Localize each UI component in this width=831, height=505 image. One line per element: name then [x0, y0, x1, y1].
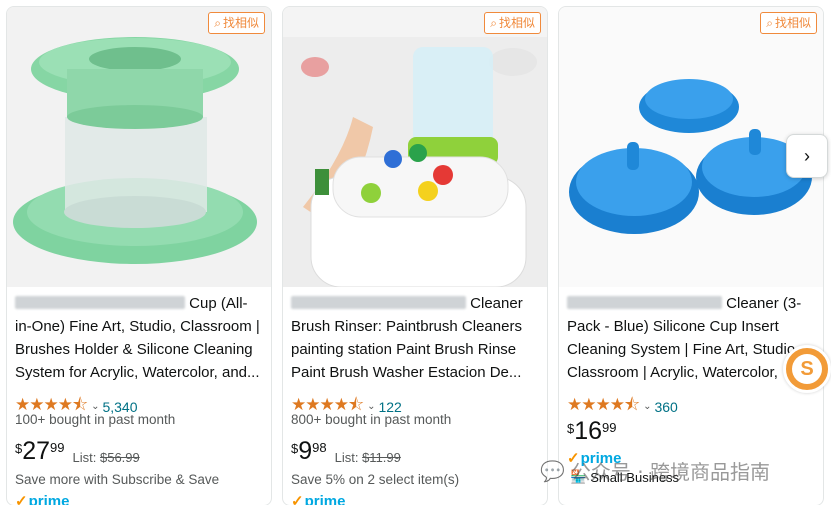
watermark: 💬 公众号 · 跨境商品指南 [540, 458, 770, 485]
price: $ 27 99 List: $56.99 [15, 437, 140, 465]
search-icon: ⌕ [490, 16, 497, 30]
white-brush-station-image [283, 7, 547, 287]
price: $ 16 99 [567, 417, 617, 445]
list-price: List: $11.99 [334, 450, 401, 465]
product-card-1[interactable]: ⌕ 找相似 Cup (All- in-One) Fine Art, Studio… [6, 6, 272, 505]
search-icon: ⌕ [766, 16, 773, 30]
price: $ 9 98 List: $11.99 [291, 437, 401, 465]
carousel-next-button[interactable]: › [786, 134, 828, 178]
search-icon: ⌕ [214, 16, 221, 30]
prime-check-icon: ✓ [291, 493, 304, 505]
chevron-down-icon: ⌄ [91, 401, 100, 412]
wechat-icon: 💬 [540, 458, 565, 483]
product-image-1[interactable]: ⌕ 找相似 [7, 7, 271, 287]
find-similar-button[interactable]: ⌕ 找相似 [208, 12, 265, 34]
floating-s-button[interactable]: S [783, 345, 831, 393]
product-card-2[interactable]: ⌕ 找相似 Cleaner Brush Rinser: Paintbrush C… [282, 6, 548, 505]
product-card-3[interactable]: ⌕ 找相似 Cleaner (3- Pack - Blue) Silicone … [558, 6, 824, 505]
green-brush-cleaner-image [7, 7, 271, 287]
save-text[interactable]: Save 5% on 2 select item(s) [291, 472, 459, 487]
product-image-3[interactable]: ⌕ 找相似 [559, 7, 823, 287]
list-price: List: $56.99 [72, 450, 140, 465]
bought-count: 100+ bought in past month [15, 412, 176, 427]
product-title[interactable]: Cleaner Brush Rinser: Paintbrush Cleaner… [291, 292, 543, 384]
prime-check-icon: ✓ [15, 493, 28, 505]
blue-silicone-inserts-image [559, 7, 823, 287]
find-similar-button[interactable]: ⌕ 找相似 [484, 12, 541, 34]
product-image-2[interactable]: ⌕ 找相似 [283, 7, 547, 287]
product-title[interactable]: Cup (All- in-One) Fine Art, Studio, Clas… [15, 292, 267, 384]
redacted-text [291, 296, 466, 309]
save-text: Save more with Subscribe & Save [15, 472, 220, 487]
redacted-text [567, 296, 722, 309]
bought-count: 800+ bought in past month [291, 412, 452, 427]
chevron-right-icon: › [804, 145, 810, 166]
prime-badge: ✓ prime [291, 492, 345, 505]
s-logo-icon: S [792, 354, 822, 384]
product-title[interactable]: Cleaner (3- Pack - Blue) Silicone Cup In… [567, 292, 819, 384]
prime-badge: ✓ prime [15, 492, 69, 505]
chevron-down-icon: ⌄ [643, 401, 652, 412]
rating-count[interactable]: 360 [654, 399, 677, 415]
chevron-down-icon: ⌄ [367, 401, 376, 412]
find-similar-button[interactable]: ⌕ 找相似 [760, 12, 817, 34]
redacted-text [15, 296, 185, 309]
